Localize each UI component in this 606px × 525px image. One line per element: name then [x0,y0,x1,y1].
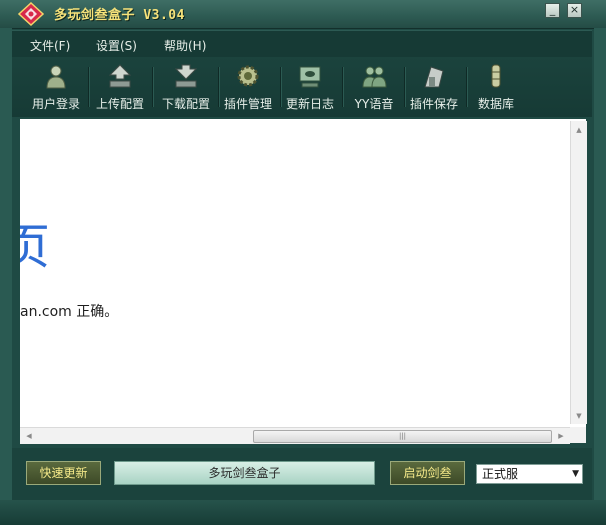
app-logo-icon [18,2,44,26]
web-content-area[interactable]: 页 an.com 正确。 [20,119,586,427]
menu-settings[interactable]: 设置(S) [96,37,137,54]
toolbar-plugin-save[interactable]: 插件保存 [406,59,462,115]
toolbar-label: YY语音 [354,97,394,111]
toolbar-download-config[interactable]: 下载配置 [158,59,214,115]
update-log-icon [299,66,321,88]
page-text-fragment: an.com 正确。 [20,304,119,320]
frame-left [0,28,12,500]
download-config-icon [174,64,198,88]
quick-update-button[interactable]: 快速更新 [26,461,101,485]
menu-help[interactable]: 帮助(H) [164,37,206,54]
user-login-icon [46,65,66,89]
server-select-value: 正式服 [482,467,519,481]
server-select[interactable]: 正式服 ▼ [476,464,583,484]
plugin-save-icon [424,66,444,88]
toolbar-label: 上传配置 [95,97,144,111]
toolbar: 用户登录 上传配置 下载配置 插件管理 更新日志 YY语音 插件保存 数据库 [12,57,592,117]
menu-bar: 文件(F) 设置(S) 帮助(H) [12,30,592,58]
toolbar-label: 用户登录 [31,97,80,111]
horizontal-scrollbar[interactable]: ◀ ||| ▶ [20,427,570,444]
toolbar-separator [152,67,153,107]
window-title: 多玩剑叁盒子 V3.04 [54,8,185,23]
scroll-right-arrow-icon[interactable]: ▶ [554,429,568,443]
chevron-down-icon: ▼ [572,469,579,479]
toolbar-label: 数据库 [477,97,514,111]
toolbar-label: 插件管理 [223,97,272,111]
toolbar-label: 插件保存 [409,97,458,111]
scroll-up-arrow-icon[interactable]: ▲ [571,123,587,137]
toolbar-label: 下载配置 [161,97,210,111]
minimize-button[interactable]: _ [545,3,560,18]
toolbar-separator [280,67,281,107]
title-bar[interactable]: 多玩剑叁盒子 V3.04 _ × [0,0,606,29]
scroll-down-arrow-icon[interactable]: ▼ [571,409,587,423]
frame-right [594,28,606,500]
status-progress-bar: 多玩剑叁盒子 [114,461,375,485]
toolbar-database[interactable]: 数据库 [470,59,522,115]
frame-bottom [0,500,606,525]
upload-config-icon [108,64,132,88]
plugin-manage-icon [237,65,259,87]
toolbar-separator [466,67,467,107]
toolbar-separator [88,67,89,107]
scroll-left-arrow-icon[interactable]: ◀ [22,429,36,443]
toolbar-upload-config[interactable]: 上传配置 [92,59,148,115]
toolbar-update-log[interactable]: 更新日志 [282,59,338,115]
horizontal-scroll-thumb[interactable]: ||| [253,430,552,443]
vertical-scrollbar[interactable]: ▲ ▼ [570,121,587,424]
toolbar-user-login[interactable]: 用户登录 [28,59,84,115]
toolbar-label: 更新日志 [285,97,334,111]
database-icon [491,64,501,88]
toolbar-separator [218,67,219,107]
page-heading-fragment: 页 [20,219,51,275]
toolbar-separator [404,67,405,107]
toolbar-separator [342,67,343,107]
close-button[interactable]: × [567,3,582,18]
toolbar-yy-voice[interactable]: YY语音 [346,59,402,115]
yy-voice-icon [362,66,387,88]
app-window: 多玩剑叁盒子 V3.04 _ × 文件(F) 设置(S) 帮助(H) 用户登录 … [0,0,606,525]
toolbar-plugin-manage[interactable]: 插件管理 [220,59,276,115]
scrollbar-corner [570,427,586,443]
launch-game-button[interactable]: 启动剑叁 [390,461,465,485]
menu-file[interactable]: 文件(F) [30,37,70,54]
